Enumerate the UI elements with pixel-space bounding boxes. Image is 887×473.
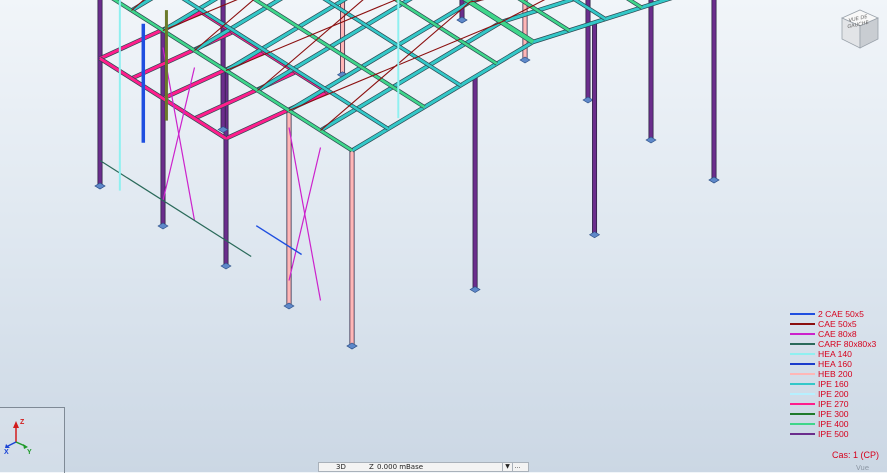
legend-item: 2 CAE 50x5	[790, 309, 887, 319]
roof-brace	[288, 21, 502, 112]
legend-swatch	[790, 423, 815, 425]
axis-x-label: X	[4, 449, 9, 456]
legend-swatch	[790, 323, 815, 325]
rafter-edge	[532, 0, 673, 45]
legend-label: CARF 80x80x3	[818, 339, 877, 349]
legend-swatch	[790, 363, 815, 365]
view-mode-field[interactable]: 3D	[336, 463, 346, 471]
view-sub-label: Vue	[856, 464, 870, 472]
wall-strut	[255, 225, 302, 256]
legend-label: HEA 160	[818, 359, 852, 369]
legend-item: CARF 80x80x3	[790, 339, 887, 349]
legend-label: CAE 80x8	[818, 329, 857, 339]
legend-item: IPE 200	[790, 389, 887, 399]
legend-label: IPE 300	[818, 409, 849, 419]
legend-swatch	[790, 373, 815, 375]
plane-select-button[interactable]: …	[512, 463, 522, 471]
column-support	[94, 182, 106, 190]
legend-label: HEA 140	[818, 349, 852, 359]
column-support	[469, 286, 481, 293]
legend-label: IPE 160	[818, 379, 849, 389]
legend-swatch	[790, 313, 815, 315]
legend-item: HEA 140	[790, 349, 887, 359]
axis-triad: Z X Y	[0, 407, 65, 473]
legend-swatch	[790, 413, 815, 415]
view-cube[interactable]	[838, 6, 882, 50]
structure-3d-viewport[interactable]	[0, 0, 887, 472]
legend-label: IPE 400	[818, 419, 849, 429]
legend-item: HEA 160	[790, 359, 887, 369]
legend-item: IPE 500	[790, 429, 887, 439]
column-support	[220, 262, 232, 270]
plane-dropdown-button[interactable]: ▼	[502, 463, 512, 471]
legend-swatch	[790, 433, 815, 435]
axis-z-label: Z	[20, 419, 25, 426]
steel-frame-model	[94, 0, 720, 350]
legend-swatch	[790, 403, 815, 405]
column-support	[456, 16, 468, 24]
legend-item: IPE 270	[790, 399, 887, 409]
legend-item: IPE 400	[790, 419, 887, 429]
plane-value-field[interactable]: 0.000 m	[377, 463, 406, 471]
plane-name-field[interactable]: Base	[406, 463, 423, 471]
legend-swatch	[790, 393, 815, 395]
legend-label: IPE 500	[818, 429, 849, 439]
legend-swatch	[790, 333, 815, 335]
purlin-edge	[626, 0, 643, 10]
chevron-down-icon: ▼	[505, 463, 510, 470]
column-support	[157, 222, 169, 230]
column-support	[645, 136, 657, 144]
column-support	[588, 231, 601, 239]
legend-item: IPE 160	[790, 379, 887, 389]
section-legend: 2 CAE 50x5 CAE 50x5 CAE 80x8 CARF 80x80x3 HE…	[790, 309, 887, 439]
select-icon: …	[514, 463, 521, 470]
axis-y-label: Y	[27, 449, 32, 456]
legend-item: IPE 300	[790, 409, 887, 419]
legend-label: HEB 200	[818, 369, 853, 379]
legend-item: HEB 200	[790, 369, 887, 379]
column-support	[346, 342, 358, 350]
base-tie	[99, 159, 252, 258]
legend-label: IPE 200	[818, 389, 849, 399]
view-cube-icon[interactable]	[838, 6, 882, 50]
column-support	[708, 176, 720, 184]
rafter	[532, 0, 671, 44]
wall-brace	[288, 127, 322, 301]
legend-label: IPE 270	[818, 399, 849, 409]
purlin-edge	[517, 0, 571, 33]
column-support	[582, 96, 594, 104]
column-support	[519, 56, 531, 64]
load-case-label: Cas: 1 (CP)	[832, 450, 880, 460]
legend-swatch	[790, 353, 815, 355]
plane-axis-field[interactable]: Z	[369, 463, 374, 471]
work-plane-bar: 3D Z 0.000 m Base ▼ …	[318, 462, 529, 472]
legend-item: CAE 50x5	[790, 319, 887, 329]
legend-swatch	[790, 383, 815, 385]
purlin	[627, 0, 643, 9]
legend-swatch	[790, 343, 815, 345]
legend-label: CAE 50x5	[818, 319, 857, 329]
axis-triad-icon	[5, 421, 28, 449]
legend-item: CAE 80x8	[790, 329, 887, 339]
legend-label: 2 CAE 50x5	[818, 309, 864, 319]
column-support	[283, 302, 295, 310]
